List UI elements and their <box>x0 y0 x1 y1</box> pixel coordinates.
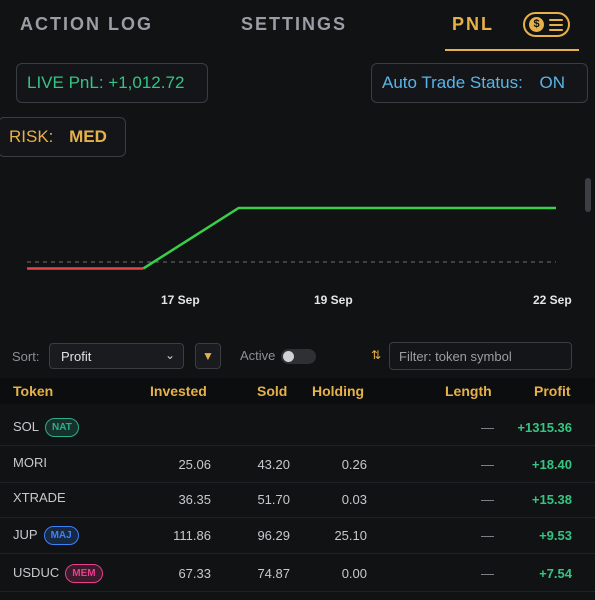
token-symbol: XTRADE <box>13 490 66 505</box>
table-row[interactable]: MORI 25.06 43.20 0.26 — +18.40 <box>0 446 595 483</box>
holding-cell: 0.00 <box>341 566 367 581</box>
x-tick-label: 22 Sep <box>533 293 572 307</box>
toggle-knob <box>283 351 294 362</box>
pnl-line-segment <box>142 206 556 270</box>
sold-cell: 74.87 <box>257 566 290 581</box>
filter-icon: ⇅ <box>371 348 382 362</box>
x-tick-label: 19 Sep <box>314 293 353 307</box>
token-category-badge: NAT <box>45 418 79 437</box>
tab-action-log[interactable]: ACTION LOG <box>20 14 153 35</box>
currency-toggle[interactable]: $ <box>523 12 570 37</box>
column-header-sold[interactable]: Sold <box>257 383 287 399</box>
table-controls: Sort: Profit ⌄ ▼ Active ⇅ Filter: token … <box>0 340 595 374</box>
x-tick-label: 17 Sep <box>161 293 200 307</box>
sold-cell: 43.20 <box>257 457 290 472</box>
tab-settings[interactable]: SETTINGS <box>241 14 347 35</box>
auto-trade-label: Auto Trade Status: <box>382 73 523 92</box>
live-pnl-label: LIVE PnL: <box>27 73 104 92</box>
token-symbol: USDUC <box>13 565 60 580</box>
sort-select-value: Profit <box>61 349 92 364</box>
token-filter-input[interactable]: Filter: token symbol <box>389 342 572 370</box>
tab-pnl[interactable]: PNL <box>452 14 494 35</box>
length-cell: — <box>481 528 494 543</box>
sold-cell: 96.29 <box>257 528 290 543</box>
triangle-down-icon: ▼ <box>202 349 214 363</box>
sort-direction-button[interactable]: ▼ <box>195 343 221 369</box>
invested-cell: 25.06 <box>178 457 211 472</box>
risk-value: MED <box>69 127 107 146</box>
token-cell: JUP MAJ <box>13 526 79 545</box>
token-cell: USDUC MEM <box>13 564 103 583</box>
table-row[interactable]: USDUC MEM 67.33 74.87 0.00 — +7.54 <box>0 555 595 592</box>
profit-cell: +18.40 <box>531 457 572 472</box>
risk-label: RISK: <box>9 127 54 146</box>
profit-cell: +7.54 <box>539 566 572 581</box>
token-category-badge: MEM <box>65 564 103 583</box>
active-label: Active <box>240 348 276 363</box>
table-header: Token Invested Sold Holding Length Profi… <box>0 378 595 404</box>
sort-select[interactable]: Profit ⌄ <box>49 343 184 369</box>
filter-placeholder: Filter: token symbol <box>399 349 512 364</box>
sort-label: Sort: <box>12 349 40 364</box>
holding-cell: 25.10 <box>334 528 367 543</box>
chevron-down-icon: ⌄ <box>164 348 175 362</box>
column-header-invested[interactable]: Invested <box>150 383 207 399</box>
pnl-chart <box>27 206 556 270</box>
auto-trade-status-box[interactable]: Auto Trade Status: ON <box>371 63 588 103</box>
risk-box[interactable]: RISK: MED <box>0 117 126 157</box>
column-header-length[interactable]: Length <box>445 383 492 399</box>
column-header-holding[interactable]: Holding <box>312 383 364 399</box>
coin-icon: $ <box>529 17 544 32</box>
invested-cell: 36.35 <box>178 492 211 507</box>
auto-trade-value: ON <box>539 73 566 92</box>
holding-cell: 0.03 <box>341 492 367 507</box>
table-row[interactable]: SOL NAT — +1315.36 <box>0 409 595 446</box>
profit-cell: +1315.36 <box>517 420 572 435</box>
token-symbol: JUP <box>13 527 38 542</box>
token-cell: SOL NAT <box>13 418 79 437</box>
tab-bar: ACTION LOG SETTINGS PNL $ <box>0 0 595 54</box>
token-category-badge: MAJ <box>43 526 79 545</box>
column-header-profit[interactable]: Profit <box>534 383 571 399</box>
length-cell: — <box>481 566 494 581</box>
sold-cell: 51.70 <box>257 492 290 507</box>
list-icon <box>549 19 563 34</box>
token-symbol: MORI <box>13 455 47 470</box>
length-cell: — <box>481 420 494 435</box>
length-cell: — <box>481 492 494 507</box>
active-toggle[interactable] <box>281 349 316 364</box>
holding-cell: 0.26 <box>341 457 367 472</box>
column-header-token[interactable]: Token <box>13 383 53 399</box>
invested-cell: 67.33 <box>178 566 211 581</box>
scrollbar[interactable] <box>585 178 591 212</box>
token-symbol: SOL <box>13 419 40 434</box>
active-tab-indicator <box>445 49 579 51</box>
live-pnl-box: LIVE PnL: +1,012.72 <box>16 63 208 103</box>
token-cell: MORI <box>13 455 47 470</box>
length-cell: — <box>481 457 494 472</box>
profit-cell: +15.38 <box>531 492 572 507</box>
table-row[interactable]: XTRADE 36.35 51.70 0.03 — +15.38 <box>0 481 595 518</box>
live-pnl-value: +1,012.72 <box>108 73 185 92</box>
token-cell: XTRADE <box>13 490 66 505</box>
invested-cell: 111.86 <box>173 528 211 543</box>
profit-cell: +9.53 <box>539 528 572 543</box>
table-row[interactable]: JUP MAJ 111.86 96.29 25.10 — +9.53 <box>0 517 595 554</box>
